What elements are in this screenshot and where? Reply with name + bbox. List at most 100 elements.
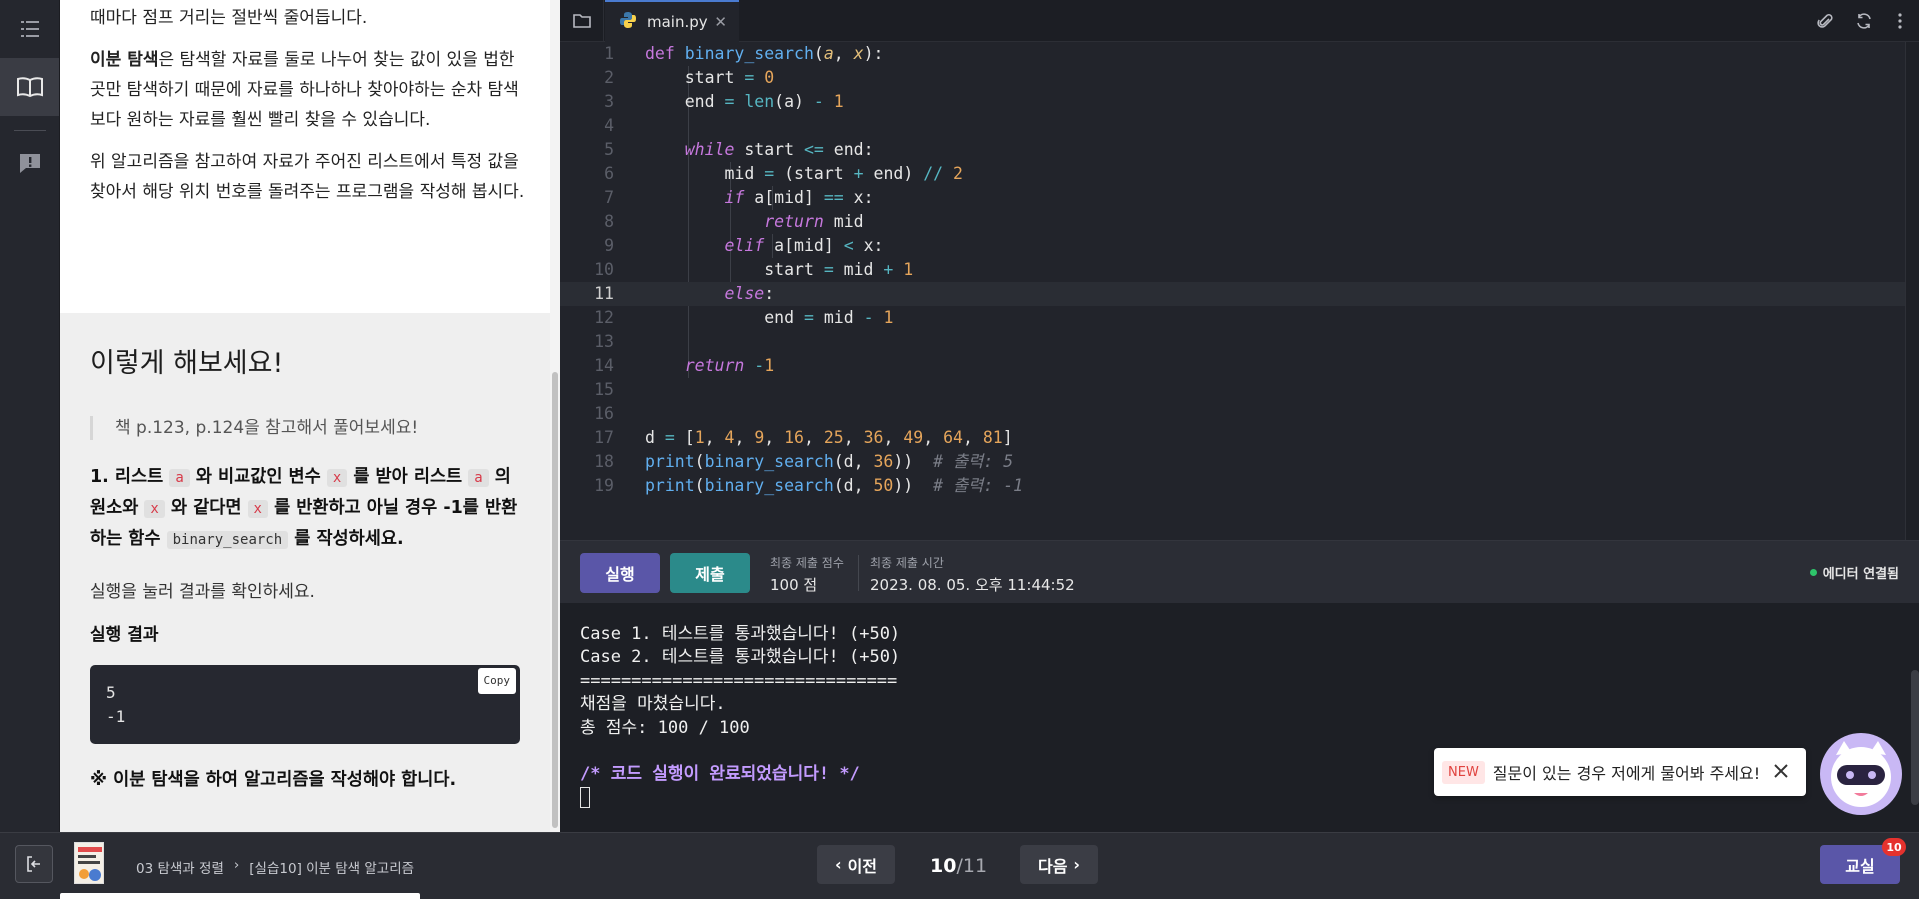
line-code: d = [1, 4, 9, 16, 25, 36, 49, 64, 81]	[645, 428, 1013, 447]
line-number: 2	[604, 68, 614, 87]
close-icon[interactable]: ✕	[714, 13, 727, 31]
page-current: 10	[930, 855, 957, 877]
line-number: 7	[604, 188, 614, 207]
task-description: 1. 리스트 a 와 비교값인 변수 x 를 받아 리스트 a 의 원소와 x …	[90, 462, 520, 555]
run-button[interactable]: 실행	[580, 553, 660, 593]
code-line: 13	[560, 330, 1915, 354]
page-indicator: 10/11	[930, 855, 987, 877]
rail-divider	[14, 130, 46, 131]
line-number: 13	[594, 332, 614, 351]
console-line: Case 2. 테스트를 통과했습니다! (+50)	[580, 647, 901, 668]
final-score-label: 최종 제출 점수	[770, 556, 844, 570]
bottom-navigation: 03 탐색과 정렬 › [실습10] 이분 탐색 알고리즘 ‹ 이전 10/11…	[0, 832, 1919, 899]
hint-quote: 책 p.123, p.124을 참고해서 풀어보세요!	[90, 416, 520, 440]
book-icon[interactable]	[0, 58, 59, 116]
list-icon[interactable]	[0, 0, 59, 58]
prev-label: 이전	[847, 856, 878, 876]
console-line: 총 점수: 100 / 100	[580, 717, 750, 738]
lesson-content: 때마다 점프 거리는 절반씩 줄어듭니다. 이분 탐색은 탐색할 자료를 둘로 …	[60, 0, 560, 832]
next-button[interactable]: 다음 ›	[1020, 845, 1098, 884]
attach-icon[interactable]	[1805, 0, 1845, 42]
breadcrumb-lesson[interactable]: [실습10] 이분 탐색 알고리즘	[249, 857, 414, 877]
task-text: 와 비교값인 변수	[195, 467, 321, 487]
breadcrumb-chapter[interactable]: 03 탐색과 정렬	[136, 857, 224, 877]
line-number: 17	[594, 428, 614, 447]
line-code: print(binary_search(d, 50)) # 출력: -1	[645, 476, 1024, 495]
submit-button[interactable]: 제출	[670, 553, 750, 593]
stat-divider	[858, 555, 859, 591]
editor-tabbar: main.py ✕	[560, 0, 1919, 42]
refresh-icon[interactable]	[1844, 0, 1884, 42]
console-cursor[interactable]	[580, 786, 590, 808]
code-line: 12 end = mid - 1	[560, 306, 1915, 330]
final-submit-time-label: 최종 제출 시간	[870, 556, 944, 570]
line-number: 16	[594, 404, 614, 423]
code-line: 3 end = len(a) - 1	[560, 90, 1915, 114]
editor-status: 에디터 연결됨	[1809, 563, 1899, 582]
line-code: print(binary_search(d, 36)) # 출력: 5	[645, 452, 1014, 471]
line-code: if a[mid] == x:	[724, 188, 874, 207]
inline-code-x: x	[326, 469, 348, 487]
chatbot-bubble[interactable]: NEW 질문이 있는 경우 저에게 물어봐 주세요!	[1434, 748, 1806, 796]
code-line: 6 mid = (start + end) // 2	[560, 162, 1915, 186]
app-root: 때마다 점프 거리는 절반씩 줄어듭니다. 이분 탐색은 탐색할 자료를 둘로 …	[0, 0, 1919, 899]
more-icon[interactable]	[1880, 0, 1919, 42]
code-line: 18 print(binary_search(d, 36)) # 출력: 5	[560, 450, 1915, 474]
editor-scrollbar[interactable]	[1905, 42, 1919, 540]
chevron-left-icon: ‹	[834, 855, 842, 874]
console-line: 채점을 마쳤습니다.	[580, 694, 726, 715]
final-submit-time-value: 2023. 08. 05. 오후 11:44:52	[870, 576, 1075, 594]
breadcrumb: 03 탐색과 정렬 › [실습10] 이분 탐색 알고리즘	[136, 857, 414, 877]
action-bar: 실행 제출 최종 제출 점수 100 점 최종 제출 시간 2023. 08. …	[560, 540, 1919, 603]
task-text: 를 작성하세요.	[294, 529, 404, 549]
chevron-right-icon: ›	[1073, 855, 1081, 874]
exit-button[interactable]	[15, 845, 53, 883]
line-number: 9	[604, 236, 614, 255]
code-line-current: 11 else:	[560, 282, 1915, 306]
book-cover-thumbnail	[74, 842, 104, 884]
code-line: 15	[560, 378, 1915, 402]
folder-icon[interactable]	[560, 0, 604, 42]
status-dot-icon	[1809, 569, 1817, 576]
line-number: 18	[594, 452, 614, 471]
inline-code-function: binary_search	[166, 531, 289, 549]
line-code: def binary_search(a, x):	[645, 44, 884, 63]
final-submit-time: 최종 제출 시간 2023. 08. 05. 오후 11:44:52	[870, 554, 1075, 595]
inline-code-x: x	[144, 500, 165, 518]
line-number: 5	[604, 140, 614, 159]
prev-button[interactable]: ‹ 이전	[817, 845, 895, 884]
chatbot-mascot-icon[interactable]	[1818, 731, 1904, 817]
feedback-icon[interactable]	[0, 134, 59, 192]
line-code: start = mid + 1	[645, 260, 914, 279]
tab-main-py[interactable]: main.py ✕	[605, 0, 739, 42]
bold-term: 이분 탐색	[90, 50, 159, 70]
copy-button[interactable]: Copy	[477, 668, 516, 694]
close-icon[interactable]	[1768, 758, 1794, 788]
code-line: 2 start = 0	[560, 66, 1915, 90]
chatbot-message: 질문이 있는 경우 저에게 물어봐 주세요!	[1492, 764, 1761, 783]
inline-code-x: x	[247, 500, 268, 518]
python-icon	[619, 11, 637, 33]
line-number: 3	[604, 92, 614, 111]
inline-code-a: a	[468, 469, 489, 487]
line-number: 8	[604, 212, 614, 231]
content-scrollbar-thumb[interactable]	[552, 372, 558, 828]
paragraph-binary-search: 이분 탐색은 탐색할 자료를 둘로 나누어 찾는 값이 있을 법한 곳만 탐색하…	[90, 45, 530, 135]
console-scrollbar[interactable]	[1911, 670, 1919, 805]
code-editor: main.py ✕ 1 def binary_search(a, x): 2 st…	[560, 0, 1919, 832]
code-area[interactable]: 1 def binary_search(a, x): 2 start = 0 3 …	[560, 42, 1919, 540]
code-line: 16	[560, 402, 1915, 426]
line-code: elif a[mid] < x:	[724, 236, 884, 255]
new-badge: NEW	[1442, 760, 1485, 784]
notification-badge: 10	[1882, 838, 1906, 856]
paragraph-task-intro: 위 알고리즘을 참고하여 자료가 주어진 리스트에서 특정 값을 찾아서 해당 …	[90, 152, 525, 202]
chevron-right-icon: ›	[233, 857, 240, 873]
result-heading: 실행 결과	[90, 625, 159, 645]
inline-code-a: a	[169, 469, 190, 487]
code-line: 17 d = [1, 4, 9, 16, 25, 36, 49, 64, 81]	[560, 426, 1915, 450]
code-line: 9 elif a[mid] < x:	[560, 234, 1915, 258]
final-score: 최종 제출 점수 100 점	[770, 554, 844, 595]
tab-label: main.py	[647, 13, 708, 31]
search-field-edge[interactable]	[60, 893, 420, 899]
line-number: 10	[594, 260, 614, 279]
